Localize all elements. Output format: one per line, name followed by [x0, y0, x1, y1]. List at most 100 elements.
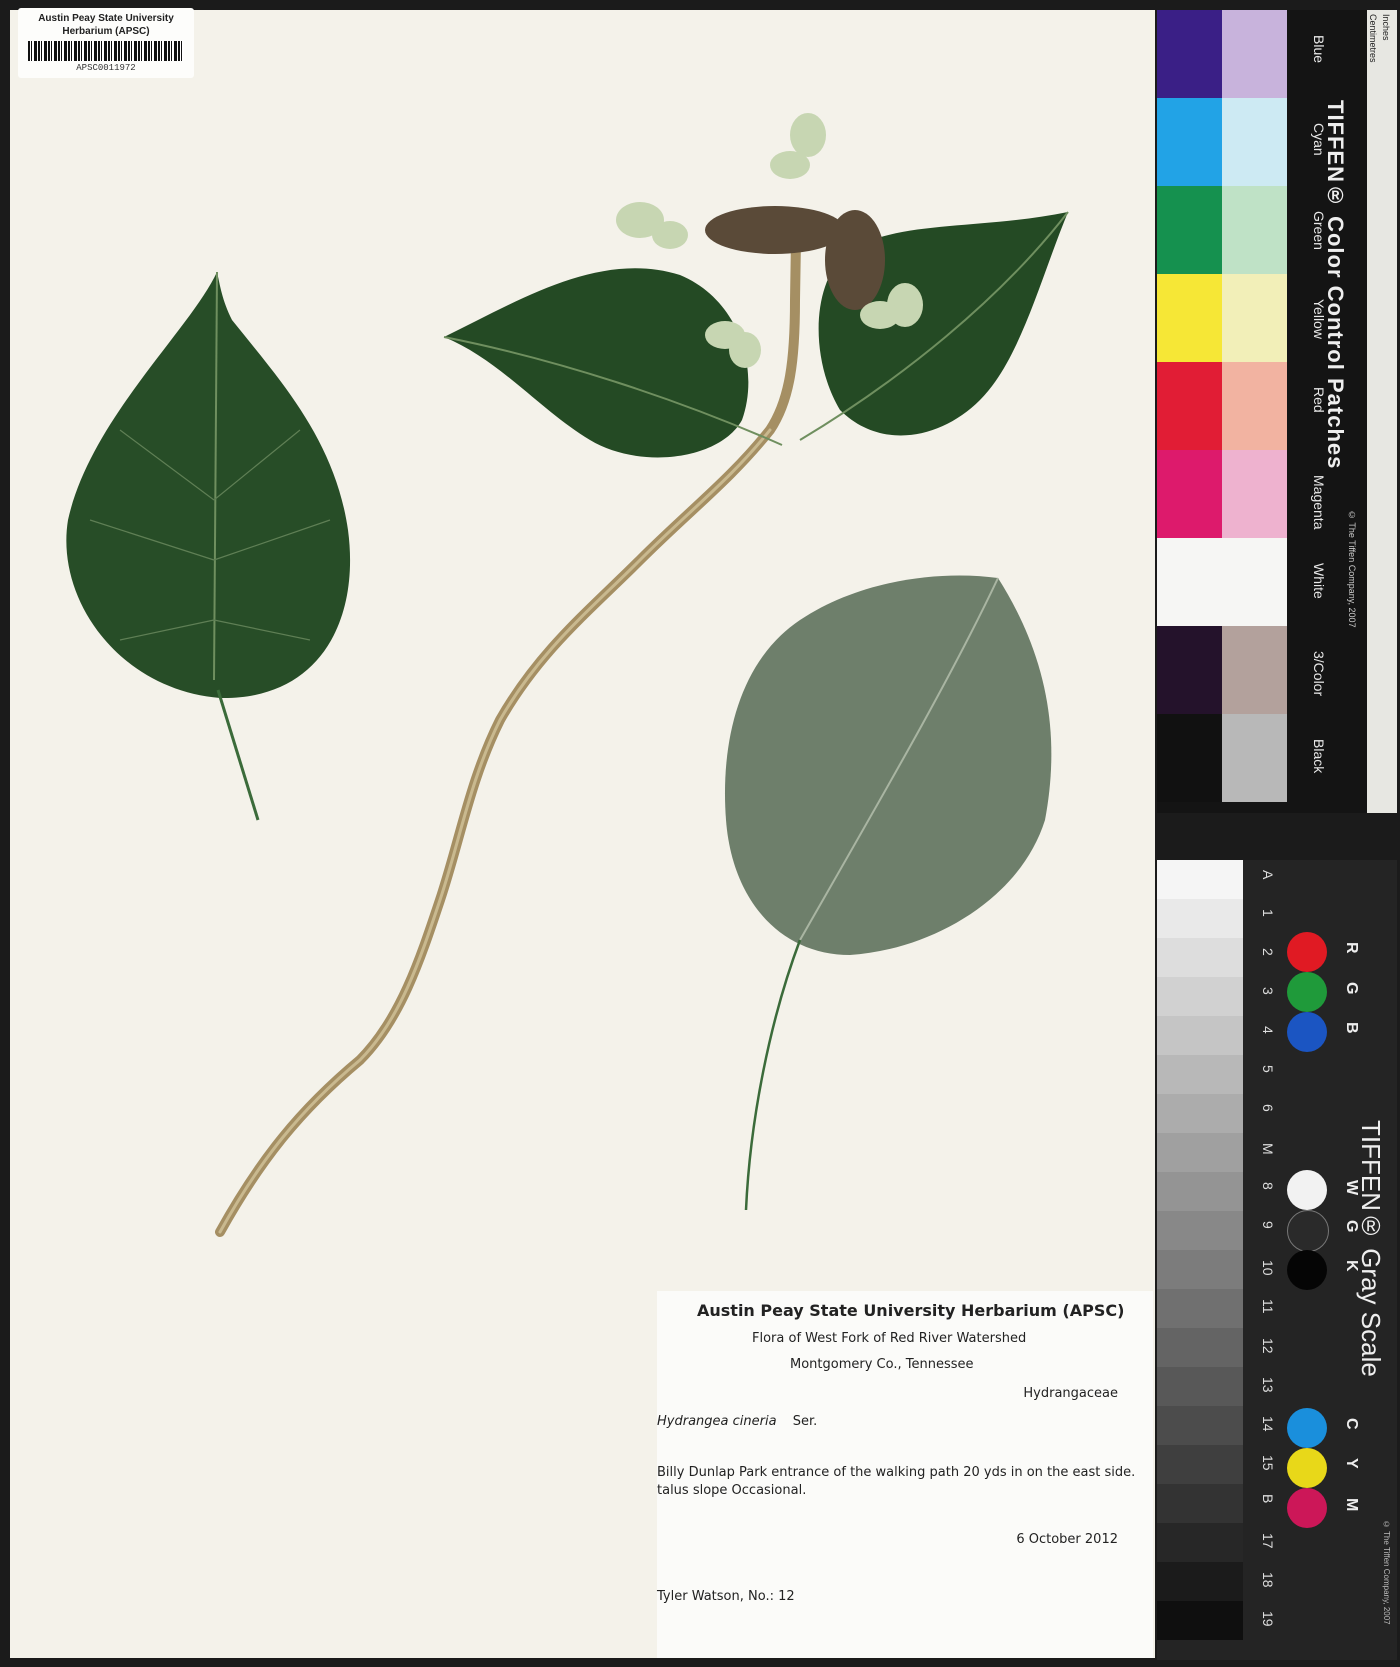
patch-cyan-dark [1157, 98, 1222, 186]
gray-step [1157, 1055, 1243, 1094]
label-county: Montgomery Co., Tennessee [790, 1357, 974, 1372]
gray-step [1157, 938, 1243, 977]
gray-step [1157, 1562, 1243, 1601]
label-genus-species: Hydrangea cineria [657, 1414, 777, 1429]
gray-step-label: 8 [1260, 1182, 1276, 1190]
gray-step [1157, 1250, 1243, 1289]
gray-step-label: 18 [1260, 1572, 1276, 1588]
color-dot [1287, 972, 1327, 1012]
color-dot-letter: W [1343, 1180, 1360, 1196]
color-dot [1287, 932, 1327, 972]
color-dot [1287, 1488, 1327, 1528]
gray-step [1157, 1094, 1243, 1133]
leaf-upper-left [443, 268, 783, 458]
patch-magenta-dark [1157, 450, 1222, 538]
patch-label: 3/Color [1311, 651, 1327, 697]
gray-step-label: 9 [1260, 1221, 1276, 1229]
gray-step [1157, 1367, 1243, 1406]
gray-step-label: 6 [1260, 1104, 1276, 1112]
color-dot-letter: B [1343, 1022, 1360, 1034]
gray-step [1157, 1445, 1243, 1484]
gray-step-label: 14 [1260, 1416, 1276, 1432]
gray-step-label: 5 [1260, 1065, 1276, 1073]
gray-scale-copyright: © The Tiffen Company, 2007 [1382, 1520, 1391, 1625]
patch-label: Red [1311, 387, 1327, 413]
label-habitat: talus slope Occasional. [657, 1483, 807, 1498]
color-dot-letter: G [1343, 982, 1360, 995]
patch-cyan-light [1222, 98, 1287, 186]
gray-step-label: 2 [1260, 948, 1276, 956]
gray-step-label: 11 [1260, 1299, 1276, 1314]
patch-red-light [1222, 362, 1287, 450]
color-dot [1287, 1210, 1329, 1252]
patch-label: Black [1311, 739, 1327, 774]
leaf-underside [724, 575, 1052, 1211]
color-dot [1287, 1448, 1327, 1488]
gray-step [1157, 1172, 1243, 1211]
color-dot-letter: C [1343, 1418, 1360, 1430]
gray-step [1157, 977, 1243, 1016]
patch-black-dark [1157, 714, 1222, 802]
label-author: Ser. [792, 1414, 818, 1429]
patch-blue-dark [1157, 10, 1222, 98]
color-control-card: Inches Centimetres TIFFEN® Color Control… [1157, 10, 1397, 813]
color-dot-letter: K [1343, 1260, 1360, 1272]
patch-magenta-light [1222, 450, 1287, 538]
label-date: 6 October 2012 [1016, 1532, 1118, 1547]
patch-yellow-light [1222, 274, 1287, 362]
gray-step [1157, 1601, 1243, 1640]
gray-step [1157, 1328, 1243, 1367]
gray-scale-card: TIFFEN® Gray Scale © The Tiffen Company,… [1157, 860, 1397, 1660]
gray-step [1157, 1523, 1243, 1562]
color-dot [1287, 1250, 1327, 1290]
gray-step-label: 19 [1260, 1611, 1276, 1627]
patch-label: Yellow [1311, 299, 1327, 339]
patch-white [1157, 538, 1287, 626]
patch-label: Cyan [1311, 123, 1327, 156]
leaf-left [66, 271, 351, 821]
gray-step [1157, 860, 1243, 899]
patch-black-light [1222, 714, 1287, 802]
gray-step-label: B [1260, 1494, 1276, 1504]
patch-blue-light [1222, 10, 1287, 98]
gray-step-label: 15 [1260, 1455, 1276, 1471]
color-dot [1287, 1408, 1327, 1448]
gray-scale-brand: TIFFEN® Gray Scale [1356, 1120, 1386, 1377]
patch-red-dark [1157, 362, 1222, 450]
label-family: Hydrangaceae [1023, 1386, 1118, 1401]
gray-step [1157, 1484, 1243, 1523]
gray-step-label: A [1260, 870, 1276, 880]
label-taxon: Hydrangea cineria Ser. [657, 1414, 817, 1429]
color-dot-letter: M [1343, 1498, 1360, 1512]
patch-green-dark [1157, 186, 1222, 274]
gray-step-label: 1 [1260, 909, 1276, 917]
color-dot [1287, 1170, 1327, 1210]
gray-step [1157, 1211, 1243, 1250]
gray-step [1157, 1289, 1243, 1328]
label-heading: Austin Peay State University Herbarium (… [697, 1301, 1125, 1320]
gray-step-label: 17 [1260, 1533, 1276, 1549]
specimen-label: Austin Peay State University Herbarium (… [657, 1291, 1153, 1658]
gray-step-label: 12 [1260, 1338, 1276, 1354]
patch-label: Blue [1311, 35, 1327, 64]
patch-3color-dark [1157, 626, 1222, 714]
color-dot-letter: G [1343, 1220, 1360, 1233]
gray-step [1157, 1016, 1243, 1055]
color-dot [1287, 1012, 1327, 1052]
gray-step-label: M [1260, 1143, 1276, 1155]
patch-yellow-dark [1157, 274, 1222, 362]
label-collector: Tyler Watson, No.: 12 [657, 1589, 795, 1604]
gray-step-label: 4 [1260, 1026, 1276, 1034]
ruler-inches-label: Inches [1381, 14, 1391, 41]
ruler-cm-label: Centimetres [1368, 14, 1378, 63]
label-locality: Billy Dunlap Park entrance of the walkin… [657, 1465, 1136, 1480]
patch-label: White [1311, 563, 1327, 599]
gray-step [1157, 1133, 1243, 1172]
patch-label: Magenta [1311, 475, 1327, 530]
patch-label: Green [1311, 211, 1327, 250]
patch-green-light [1222, 186, 1287, 274]
gray-step-label: 10 [1260, 1260, 1276, 1276]
gray-step-label: 3 [1260, 987, 1276, 995]
gray-step [1157, 899, 1243, 938]
color-dot-letter: R [1343, 942, 1360, 954]
